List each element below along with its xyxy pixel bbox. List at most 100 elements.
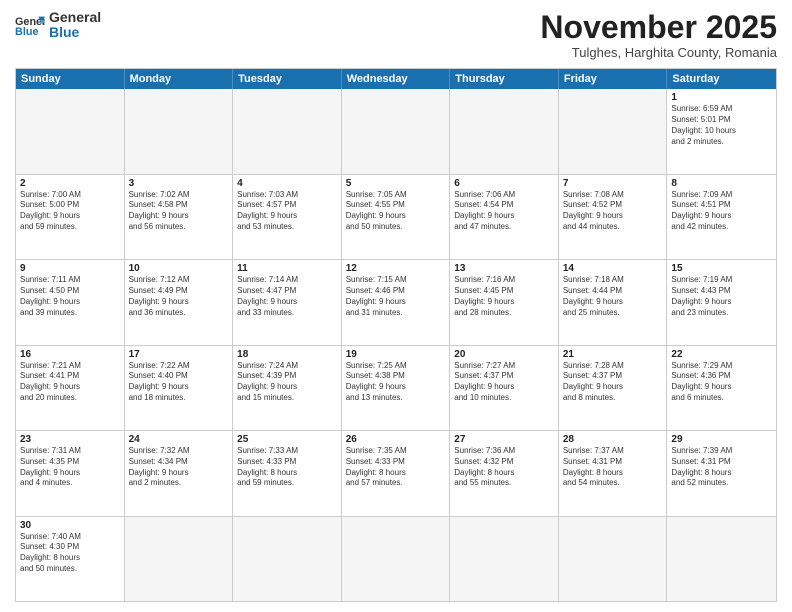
calendar-week-2: 2Sunrise: 7:00 AM Sunset: 5:00 PM Daylig… (16, 175, 776, 260)
day-content: Sunrise: 7:06 AM Sunset: 4:54 PM Dayligh… (454, 190, 554, 233)
day-content: Sunrise: 7:36 AM Sunset: 4:32 PM Dayligh… (454, 446, 554, 489)
calendar-page: General Blue General Blue November 2025 … (0, 0, 792, 612)
calendar-cell (342, 517, 451, 601)
day-number: 7 (563, 178, 663, 189)
day-number: 23 (20, 434, 120, 445)
day-content: Sunrise: 7:24 AM Sunset: 4:39 PM Dayligh… (237, 361, 337, 404)
header-day-saturday: Saturday (667, 69, 776, 89)
day-number: 18 (237, 349, 337, 360)
day-content: Sunrise: 7:29 AM Sunset: 4:36 PM Dayligh… (671, 361, 772, 404)
day-number: 29 (671, 434, 772, 445)
day-content: Sunrise: 7:02 AM Sunset: 4:58 PM Dayligh… (129, 190, 229, 233)
day-content: Sunrise: 7:21 AM Sunset: 4:41 PM Dayligh… (20, 361, 120, 404)
day-number: 4 (237, 178, 337, 189)
calendar-cell: 1Sunrise: 6:59 AM Sunset: 5:01 PM Daylig… (667, 89, 776, 173)
day-number: 1 (671, 92, 772, 103)
calendar-cell (559, 517, 668, 601)
calendar-cell: 8Sunrise: 7:09 AM Sunset: 4:51 PM Daylig… (667, 175, 776, 259)
calendar-cell: 2Sunrise: 7:00 AM Sunset: 5:00 PM Daylig… (16, 175, 125, 259)
day-number: 5 (346, 178, 446, 189)
header-day-sunday: Sunday (16, 69, 125, 89)
day-content: Sunrise: 7:11 AM Sunset: 4:50 PM Dayligh… (20, 275, 120, 318)
day-content: Sunrise: 7:27 AM Sunset: 4:37 PM Dayligh… (454, 361, 554, 404)
calendar-cell (342, 89, 451, 173)
calendar-cell: 5Sunrise: 7:05 AM Sunset: 4:55 PM Daylig… (342, 175, 451, 259)
calendar-cell: 10Sunrise: 7:12 AM Sunset: 4:49 PM Dayli… (125, 260, 234, 344)
calendar-cell (450, 89, 559, 173)
calendar-cell: 19Sunrise: 7:25 AM Sunset: 4:38 PM Dayli… (342, 346, 451, 430)
calendar-cell (233, 517, 342, 601)
day-content: Sunrise: 6:59 AM Sunset: 5:01 PM Dayligh… (671, 104, 772, 147)
day-number: 13 (454, 263, 554, 274)
calendar-cell: 29Sunrise: 7:39 AM Sunset: 4:31 PM Dayli… (667, 431, 776, 515)
day-number: 28 (563, 434, 663, 445)
day-number: 19 (346, 349, 446, 360)
calendar-cell: 22Sunrise: 7:29 AM Sunset: 4:36 PM Dayli… (667, 346, 776, 430)
calendar-cell: 14Sunrise: 7:18 AM Sunset: 4:44 PM Dayli… (559, 260, 668, 344)
day-number: 27 (454, 434, 554, 445)
calendar-cell: 3Sunrise: 7:02 AM Sunset: 4:58 PM Daylig… (125, 175, 234, 259)
header-day-wednesday: Wednesday (342, 69, 451, 89)
calendar-cell (16, 89, 125, 173)
day-content: Sunrise: 7:16 AM Sunset: 4:45 PM Dayligh… (454, 275, 554, 318)
day-content: Sunrise: 7:31 AM Sunset: 4:35 PM Dayligh… (20, 446, 120, 489)
calendar-cell: 20Sunrise: 7:27 AM Sunset: 4:37 PM Dayli… (450, 346, 559, 430)
day-number: 12 (346, 263, 446, 274)
calendar-cell: 11Sunrise: 7:14 AM Sunset: 4:47 PM Dayli… (233, 260, 342, 344)
day-number: 16 (20, 349, 120, 360)
day-content: Sunrise: 7:08 AM Sunset: 4:52 PM Dayligh… (563, 190, 663, 233)
day-number: 6 (454, 178, 554, 189)
calendar-week-1: 1Sunrise: 6:59 AM Sunset: 5:01 PM Daylig… (16, 89, 776, 174)
day-content: Sunrise: 7:03 AM Sunset: 4:57 PM Dayligh… (237, 190, 337, 233)
calendar-cell: 24Sunrise: 7:32 AM Sunset: 4:34 PM Dayli… (125, 431, 234, 515)
calendar-week-4: 16Sunrise: 7:21 AM Sunset: 4:41 PM Dayli… (16, 346, 776, 431)
day-number: 3 (129, 178, 229, 189)
header-day-thursday: Thursday (450, 69, 559, 89)
day-content: Sunrise: 7:33 AM Sunset: 4:33 PM Dayligh… (237, 446, 337, 489)
calendar-cell: 23Sunrise: 7:31 AM Sunset: 4:35 PM Dayli… (16, 431, 125, 515)
calendar-cell: 6Sunrise: 7:06 AM Sunset: 4:54 PM Daylig… (450, 175, 559, 259)
calendar-cell (125, 89, 234, 173)
calendar-cell: 13Sunrise: 7:16 AM Sunset: 4:45 PM Dayli… (450, 260, 559, 344)
day-content: Sunrise: 7:05 AM Sunset: 4:55 PM Dayligh… (346, 190, 446, 233)
day-content: Sunrise: 7:14 AM Sunset: 4:47 PM Dayligh… (237, 275, 337, 318)
calendar-cell (667, 517, 776, 601)
day-content: Sunrise: 7:28 AM Sunset: 4:37 PM Dayligh… (563, 361, 663, 404)
day-content: Sunrise: 7:09 AM Sunset: 4:51 PM Dayligh… (671, 190, 772, 233)
calendar-cell (125, 517, 234, 601)
calendar-cell (450, 517, 559, 601)
calendar-cell (233, 89, 342, 173)
location-subtitle: Tulghes, Harghita County, Romania (540, 45, 777, 60)
calendar-cell: 12Sunrise: 7:15 AM Sunset: 4:46 PM Dayli… (342, 260, 451, 344)
logo: General Blue General Blue (15, 10, 101, 41)
day-number: 30 (20, 520, 120, 531)
calendar-cell: 28Sunrise: 7:37 AM Sunset: 4:31 PM Dayli… (559, 431, 668, 515)
calendar-cell: 9Sunrise: 7:11 AM Sunset: 4:50 PM Daylig… (16, 260, 125, 344)
day-number: 25 (237, 434, 337, 445)
calendar-week-5: 23Sunrise: 7:31 AM Sunset: 4:35 PM Dayli… (16, 431, 776, 516)
calendar-week-6: 30Sunrise: 7:40 AM Sunset: 4:30 PM Dayli… (16, 517, 776, 601)
calendar-cell: 26Sunrise: 7:35 AM Sunset: 4:33 PM Dayli… (342, 431, 451, 515)
calendar-cell: 18Sunrise: 7:24 AM Sunset: 4:39 PM Dayli… (233, 346, 342, 430)
calendar-cell (559, 89, 668, 173)
day-number: 22 (671, 349, 772, 360)
calendar-cell: 16Sunrise: 7:21 AM Sunset: 4:41 PM Dayli… (16, 346, 125, 430)
logo-icon: General Blue (15, 13, 45, 37)
day-content: Sunrise: 7:37 AM Sunset: 4:31 PM Dayligh… (563, 446, 663, 489)
day-number: 24 (129, 434, 229, 445)
calendar-cell: 27Sunrise: 7:36 AM Sunset: 4:32 PM Dayli… (450, 431, 559, 515)
day-number: 9 (20, 263, 120, 274)
calendar-cell: 17Sunrise: 7:22 AM Sunset: 4:40 PM Dayli… (125, 346, 234, 430)
calendar-cell: 7Sunrise: 7:08 AM Sunset: 4:52 PM Daylig… (559, 175, 668, 259)
calendar-cell: 30Sunrise: 7:40 AM Sunset: 4:30 PM Dayli… (16, 517, 125, 601)
calendar-header: SundayMondayTuesdayWednesdayThursdayFrid… (16, 69, 776, 89)
month-title: November 2025 (540, 10, 777, 45)
calendar: SundayMondayTuesdayWednesdayThursdayFrid… (15, 68, 777, 602)
day-number: 20 (454, 349, 554, 360)
day-number: 15 (671, 263, 772, 274)
day-number: 8 (671, 178, 772, 189)
calendar-cell: 21Sunrise: 7:28 AM Sunset: 4:37 PM Dayli… (559, 346, 668, 430)
calendar-body: 1Sunrise: 6:59 AM Sunset: 5:01 PM Daylig… (16, 89, 776, 601)
calendar-cell: 4Sunrise: 7:03 AM Sunset: 4:57 PM Daylig… (233, 175, 342, 259)
day-content: Sunrise: 7:19 AM Sunset: 4:43 PM Dayligh… (671, 275, 772, 318)
